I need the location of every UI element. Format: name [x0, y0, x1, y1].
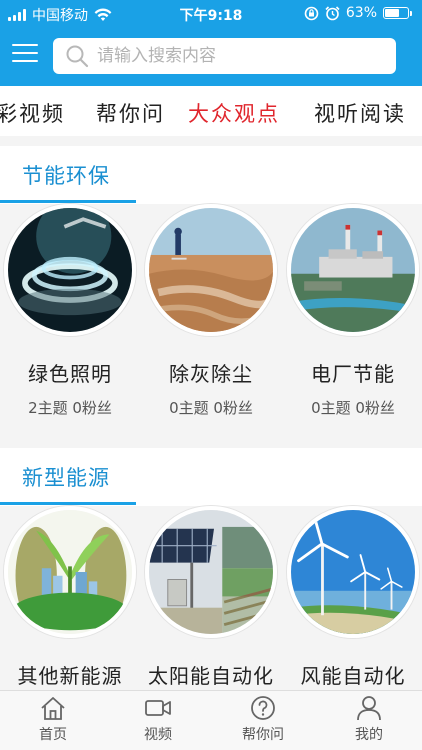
status-bar: 中国移动 下午9:18 63% — [0, 0, 422, 28]
app-header — [0, 28, 422, 86]
section-header-new-energy: 新型能源 — [0, 448, 422, 506]
green-city-sprout-image — [4, 506, 136, 638]
topic-card-solar-automation[interactable]: 太阳能自动化 — [141, 506, 281, 689]
question-icon — [251, 696, 275, 720]
tab-ask[interactable]: 帮你问 — [96, 98, 165, 128]
topic-stats: 0主题 0粉丝 — [311, 399, 395, 417]
hamburger-menu-icon[interactable] — [12, 44, 38, 66]
tab-audio-reading[interactable]: 视听阅读 — [314, 98, 406, 128]
nav-video[interactable]: 视频 — [118, 695, 198, 744]
user-icon — [357, 696, 381, 721]
topic-title: 绿色照明 — [28, 362, 112, 386]
topic-title: 电厂节能 — [311, 362, 395, 386]
home-icon — [41, 697, 65, 720]
topic-card-other-new-energy[interactable]: 其他新能源 — [0, 506, 140, 689]
status-right: 63% — [304, 5, 412, 21]
topic-title: 太阳能自动化 — [148, 664, 274, 688]
topic-title: 风能自动化 — [300, 664, 406, 688]
section-title[interactable]: 新型能源 — [22, 462, 110, 492]
nav-ask[interactable]: 帮你问 — [223, 695, 303, 744]
topic-title: 除灰除尘 — [169, 362, 253, 386]
solar-panel-image — [145, 506, 277, 638]
search-input[interactable] — [97, 46, 377, 66]
battery-percent: 63% — [345, 5, 377, 21]
nav-profile[interactable]: 我的 — [329, 695, 409, 744]
alarm-icon — [325, 5, 340, 20]
nav-label: 视频 — [144, 727, 172, 743]
rotation-lock-icon — [304, 6, 319, 20]
section-body-new-energy: 其他新能源 太阳能自动化 风能自动化 — [0, 506, 422, 690]
power-plant-image — [287, 204, 419, 336]
tab-opinion[interactable]: 大众观点 — [188, 98, 280, 128]
topic-stats: 2主题 0粉丝 — [28, 399, 112, 417]
battery-icon — [383, 7, 412, 19]
topic-card-dust-removal[interactable]: 除灰除尘 0主题 0粉丝 — [141, 204, 281, 418]
section-title[interactable]: 节能环保 — [22, 160, 110, 190]
category-tabs: 彩视频 帮你问 大众观点 视听阅读 — [0, 86, 422, 136]
bottom-nav: 首页 视频 帮你问 我的 — [0, 690, 422, 750]
dust-plain-image — [145, 204, 277, 336]
topic-title: 其他新能源 — [17, 664, 123, 688]
nav-label: 帮你问 — [242, 727, 284, 743]
nav-home[interactable]: 首页 — [13, 695, 93, 744]
led-strip-image — [4, 204, 136, 336]
section-underline — [0, 502, 136, 505]
nav-label: 首页 — [39, 727, 67, 743]
search-icon — [66, 45, 89, 68]
video-camera-icon — [145, 700, 171, 716]
topic-stats: 0主题 0粉丝 — [169, 399, 253, 417]
topic-card-power-plant[interactable]: 电厂节能 0主题 0粉丝 — [283, 204, 422, 418]
section-body-energy-saving: 绿色照明 2主题 0粉丝 除灰除尘 0主题 0粉丝 电厂节能 0主题 0粉丝 — [0, 204, 422, 448]
tab-video[interactable]: 彩视频 — [0, 98, 65, 128]
app-screen: 中国移动 下午9:18 63% 请输入搜索内容 彩视频 帮你问 大众观点 视听阅… — [0, 0, 422, 750]
nav-label: 我的 — [355, 727, 383, 743]
topic-card-wind-automation[interactable]: 风能自动化 — [283, 506, 422, 689]
search-bar[interactable] — [53, 38, 396, 74]
topic-card-green-lighting[interactable]: 绿色照明 2主题 0粉丝 — [0, 204, 140, 418]
section-underline — [0, 200, 136, 203]
section-header-energy-saving: 节能环保 — [0, 146, 422, 204]
wind-turbine-image — [287, 506, 419, 638]
